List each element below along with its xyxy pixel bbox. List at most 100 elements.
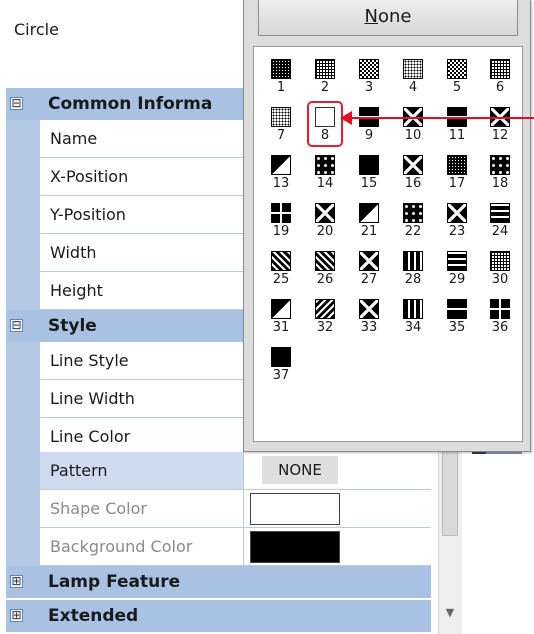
expand-toggle-icon[interactable]: ⊞ xyxy=(10,609,23,622)
pattern-number: 21 xyxy=(360,224,378,239)
pattern-number: 13 xyxy=(272,176,290,191)
scroll-down-arrow-icon[interactable]: ▼ xyxy=(442,600,458,626)
property-label: Line Style xyxy=(40,342,243,380)
collapse-toggle-icon[interactable]: ⊟ xyxy=(10,319,23,332)
pattern-number: 17 xyxy=(448,176,466,191)
pattern-swatch-icon xyxy=(271,299,291,319)
pattern-option-5[interactable]: 5 xyxy=(438,51,476,97)
property-label: Height xyxy=(40,272,243,310)
pattern-swatch-icon xyxy=(490,299,510,319)
pattern-swatch-icon xyxy=(447,299,467,319)
pattern-swatch-icon xyxy=(359,299,379,319)
pattern-option-35[interactable]: 35 xyxy=(438,291,476,337)
pattern-option-23[interactable]: 23 xyxy=(438,195,476,241)
property-label: Shape Color xyxy=(40,490,243,528)
property-label: X-Position xyxy=(40,158,243,196)
pattern-option-3[interactable]: 3 xyxy=(350,51,388,97)
expand-toggle-icon[interactable]: ⊞ xyxy=(10,575,23,588)
pattern-swatch-icon xyxy=(403,299,423,319)
pattern-number: 31 xyxy=(272,320,290,335)
pattern-number: 25 xyxy=(272,272,290,287)
pattern-option-14[interactable]: 14 xyxy=(306,147,344,193)
property-label: Pattern xyxy=(40,452,243,490)
pattern-swatch-icon xyxy=(315,251,335,271)
pattern-swatch-icon xyxy=(315,299,335,319)
pattern-option-31[interactable]: 31 xyxy=(262,291,300,337)
pattern-option-25[interactable]: 25 xyxy=(262,243,300,289)
pattern-option-28[interactable]: 28 xyxy=(394,243,432,289)
pattern-number: 3 xyxy=(364,80,374,95)
pattern-option-26[interactable]: 26 xyxy=(306,243,344,289)
category-title: Lamp Feature xyxy=(48,572,181,592)
pattern-option-29[interactable]: 29 xyxy=(438,243,476,289)
pattern-number: 10 xyxy=(404,128,422,143)
pattern-option-1[interactable]: 1 xyxy=(262,51,300,97)
pattern-swatch-icon xyxy=(447,155,467,175)
pattern-swatch-icon xyxy=(403,155,423,175)
callout-arrow-head-icon xyxy=(340,111,352,125)
pattern-number: 8 xyxy=(320,128,330,143)
category-lamp-feature[interactable]: ⊞ Lamp Feature xyxy=(6,566,431,598)
pattern-option-10[interactable]: 10 xyxy=(394,99,432,145)
property-row-pattern[interactable]: Pattern xyxy=(0,452,431,490)
pattern-swatch-icon xyxy=(359,59,379,79)
property-row-shape-color[interactable]: Shape Color xyxy=(0,490,431,528)
pattern-swatch-icon xyxy=(315,107,335,127)
pattern-swatch-icon xyxy=(315,203,335,223)
pattern-value[interactable]: NONE xyxy=(262,456,338,484)
pattern-dropdown-popup: None 1 2 3 4 5 6 7 8 9 10 11 12 13 14 15 16 17 18 19 20 21 22… xyxy=(243,0,531,452)
pattern-option-7[interactable]: 7 xyxy=(262,99,300,145)
pattern-number: 32 xyxy=(316,320,334,335)
pattern-swatch-icon xyxy=(403,203,423,223)
pattern-option-18[interactable]: 18 xyxy=(481,147,519,193)
pattern-option-15[interactable]: 15 xyxy=(350,147,388,193)
category-extended[interactable]: ⊞ Extended xyxy=(6,600,431,632)
property-row-background-color[interactable]: Background Color xyxy=(0,528,431,566)
pattern-number: 16 xyxy=(404,176,422,191)
pattern-swatch-icon xyxy=(271,107,291,127)
pattern-swatch-icon xyxy=(271,155,291,175)
background-color-swatch[interactable] xyxy=(250,531,340,563)
pattern-swatch-icon xyxy=(315,59,335,79)
pattern-number: 11 xyxy=(448,128,466,143)
scrollbar-thumb[interactable] xyxy=(442,446,458,536)
pattern-swatch-icon xyxy=(271,59,291,79)
pattern-option-30[interactable]: 30 xyxy=(481,243,519,289)
pattern-swatch-icon xyxy=(271,203,291,223)
pattern-swatch-icon xyxy=(490,155,510,175)
pattern-option-6[interactable]: 6 xyxy=(481,51,519,97)
pattern-number: 20 xyxy=(316,224,334,239)
pattern-option-17[interactable]: 17 xyxy=(438,147,476,193)
pattern-option-32[interactable]: 32 xyxy=(306,291,344,337)
pattern-option-33[interactable]: 33 xyxy=(350,291,388,337)
pattern-option-19[interactable]: 19 xyxy=(262,195,300,241)
property-label: Line Color xyxy=(40,418,243,456)
pattern-number: 36 xyxy=(491,320,509,335)
pattern-option-11[interactable]: 11 xyxy=(438,99,476,145)
pattern-option-4[interactable]: 4 xyxy=(394,51,432,97)
pattern-palette: 1 2 3 4 5 6 7 8 9 10 11 12 13 14 15 16 17 18 19 20 21 22 23 24 2… xyxy=(253,46,523,442)
pattern-option-24[interactable]: 24 xyxy=(481,195,519,241)
pattern-option-22[interactable]: 22 xyxy=(394,195,432,241)
pattern-option-34[interactable]: 34 xyxy=(394,291,432,337)
pattern-number: 18 xyxy=(491,176,509,191)
shape-color-swatch[interactable] xyxy=(250,493,340,525)
pattern-option-9[interactable]: 9 xyxy=(350,99,388,145)
pattern-swatch-icon xyxy=(447,203,467,223)
pattern-swatch-icon xyxy=(359,251,379,271)
pattern-option-8[interactable]: 8 xyxy=(306,99,344,147)
pattern-option-36[interactable]: 36 xyxy=(481,291,519,337)
pattern-option-20[interactable]: 20 xyxy=(306,195,344,241)
collapse-toggle-icon[interactable]: ⊟ xyxy=(10,97,23,110)
none-pattern-button[interactable]: None xyxy=(258,0,518,36)
pattern-option-13[interactable]: 13 xyxy=(262,147,300,193)
pattern-number: 30 xyxy=(491,272,509,287)
pattern-number: 27 xyxy=(360,272,378,287)
pattern-option-21[interactable]: 21 xyxy=(350,195,388,241)
pattern-swatch-icon xyxy=(359,203,379,223)
pattern-option-12[interactable]: 12 xyxy=(481,99,519,145)
pattern-option-2[interactable]: 2 xyxy=(306,51,344,97)
pattern-option-37[interactable]: 37 xyxy=(262,339,300,385)
pattern-option-16[interactable]: 16 xyxy=(394,147,432,193)
pattern-option-27[interactable]: 27 xyxy=(350,243,388,289)
